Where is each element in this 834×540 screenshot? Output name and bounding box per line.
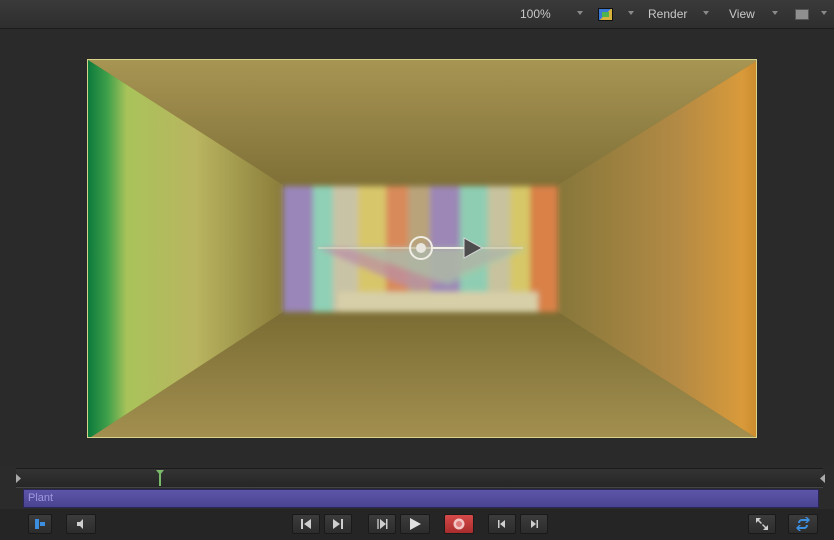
loop-icon	[796, 517, 810, 531]
view-menu[interactable]: View	[729, 6, 755, 23]
timeline-toggle-icon	[35, 519, 45, 529]
chevron-down-icon[interactable]	[577, 11, 583, 15]
chevron-down-icon[interactable]	[821, 11, 827, 15]
zoom-level-popup[interactable]: 100%	[520, 6, 551, 23]
fullscreen-button[interactable]	[748, 514, 776, 534]
play-icon	[410, 518, 421, 530]
chevron-down-icon[interactable]	[628, 11, 634, 15]
viewer-toolbar: 100% Render View	[0, 0, 834, 29]
step-forward-icon	[333, 519, 343, 529]
step-forward-button[interactable]	[324, 514, 352, 534]
viewer-canvas[interactable]	[87, 59, 757, 438]
play-button[interactable]	[400, 514, 430, 534]
next-keyframe-button[interactable]	[520, 514, 548, 534]
track-label: Plant	[28, 492, 54, 504]
transport-controls	[0, 509, 834, 540]
previous-keyframe-icon	[498, 520, 505, 528]
loop-button[interactable]	[788, 514, 818, 534]
chevron-down-icon[interactable]	[703, 11, 709, 15]
anchor-point	[416, 243, 426, 253]
mini-timeline-ruler[interactable]	[16, 468, 823, 488]
fullscreen-icon	[756, 518, 768, 530]
next-keyframe-icon	[531, 520, 538, 528]
mute-button[interactable]	[66, 514, 96, 534]
go-to-start-icon	[301, 519, 311, 529]
color-channels-icon[interactable]	[598, 8, 613, 21]
layout-icon[interactable]	[795, 9, 809, 20]
go-to-end-icon	[377, 519, 388, 529]
go-to-end-button[interactable]	[368, 514, 396, 534]
record-button[interactable]	[444, 514, 474, 534]
canvas-render	[88, 60, 756, 437]
speaker-icon	[77, 519, 83, 529]
previous-keyframe-button[interactable]	[488, 514, 516, 534]
render-menu[interactable]: Render	[648, 6, 687, 23]
chevron-down-icon[interactable]	[772, 11, 778, 15]
timeline-track-bar[interactable]: Plant	[23, 489, 819, 508]
playhead[interactable]	[156, 470, 164, 486]
go-to-start-button[interactable]	[292, 514, 320, 534]
record-icon	[453, 518, 465, 530]
toggle-timeline-button[interactable]	[28, 514, 52, 534]
